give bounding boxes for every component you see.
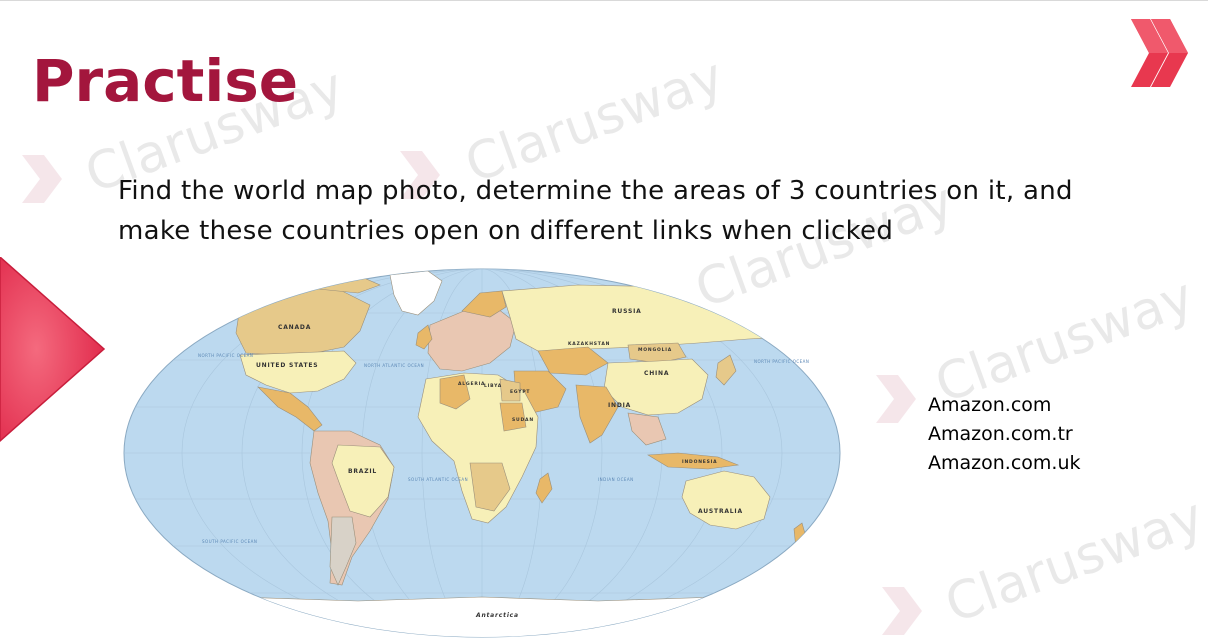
map-label-canada: CANADA <box>278 324 311 331</box>
map-label-mongolia: MONGOLIA <box>638 347 672 353</box>
clarusway-logo-icon <box>1131 19 1188 87</box>
map-label-kazakhstan: KAZAKHSTAN <box>568 341 610 347</box>
map-label-north-atlantic: NORTH ATLANTIC OCEAN <box>364 363 424 368</box>
map-label-north-pacific-east: NORTH PACIFIC OCEAN <box>754 359 809 364</box>
link-amazon-com-uk[interactable]: Amazon.com.uk <box>928 449 1081 478</box>
map-label-brazil: BRAZIL <box>348 468 377 475</box>
slide: Clarusway Clarusway Clarusway Clarusway … <box>0 0 1208 639</box>
sudan-shape <box>499 402 527 432</box>
arctic-islands-shape <box>287 270 381 294</box>
map-label-australia: AUSTRALIA <box>698 508 743 515</box>
page-title: Practise <box>32 47 299 115</box>
links-list: Amazon.com Amazon.com.tr Amazon.com.uk <box>928 391 1081 478</box>
map-label-south-pacific: SOUTH PACIFIC OCEAN <box>202 539 257 544</box>
watermark-logo-icon <box>876 375 916 423</box>
watermark-logo-icon <box>22 155 62 203</box>
map-label-russia: RUSSIA <box>612 308 642 315</box>
map-label-united-states: UNITED STATES <box>256 362 318 369</box>
map-label-algeria: ALGERIA <box>458 381 485 387</box>
instruction-text: Find the world map photo, determine the … <box>118 176 1073 246</box>
map-label-india: INDIA <box>608 402 631 409</box>
map-label-north-pacific-west: NORTH PACIFIC OCEAN <box>198 353 253 358</box>
map-label-egypt: EGYPT <box>510 389 530 395</box>
map-label-china: CHINA <box>644 370 669 377</box>
link-amazon-com-tr[interactable]: Amazon.com.tr <box>928 420 1081 449</box>
watermark-logo-icon <box>882 587 922 635</box>
map-label-indonesia: INDONESIA <box>682 459 717 465</box>
map-label-indian-ocean: INDIAN OCEAN <box>598 477 634 482</box>
map-label-south-atlantic: SOUTH ATLANTIC OCEAN <box>408 477 468 482</box>
map-label-antarctica: Antarctica <box>475 612 519 619</box>
map-label-sudan: SUDAN <box>512 417 534 423</box>
link-amazon-com[interactable]: Amazon.com <box>928 391 1081 420</box>
map-label-libya: LIBYA <box>484 383 502 389</box>
watermark: Clarusway <box>937 486 1208 636</box>
alaska-shape[interactable] <box>187 294 241 324</box>
decorative-triangle <box>0 257 106 443</box>
world-map: CANADA UNITED STATES BRAZIL RUSSIA CHINA… <box>123 268 841 638</box>
